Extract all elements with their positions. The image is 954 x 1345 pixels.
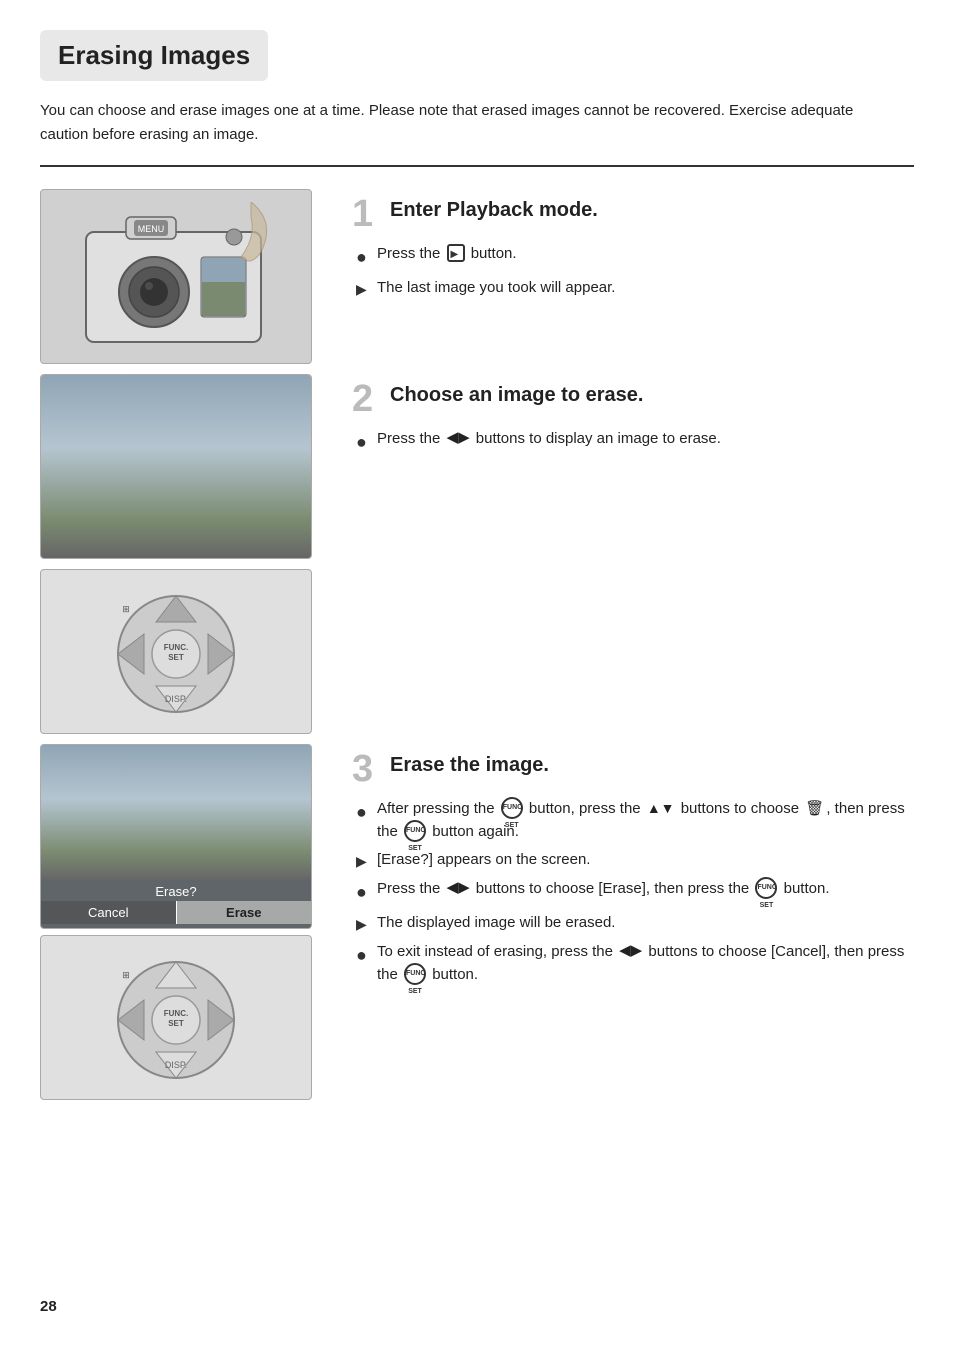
step-3-bullet-1-text: After pressing the FUNCSET button, press… [377,798,914,843]
erase-dialog-buttons: Cancel Erase [41,901,311,924]
step-2-header: 2 Choose an image to erase. [352,380,914,418]
step-1-header: 1 Enter Playback mode. [352,195,914,233]
svg-text:⊞: ⊞ [122,970,130,980]
svg-text:⊞: ⊞ [122,604,130,614]
step-1-images: MENU [40,189,330,364]
step-1-bullets: ● Press the button. ▶ The last image you… [356,243,914,300]
step-1-content: 1 Enter Playback mode. ● Press the butto… [352,189,914,306]
step-2-bullet-1-text: Press the ◀▶ buttons to display an image… [377,428,721,451]
step-3-control-image: FUNC. SET DISP. ⊞ [40,935,312,1100]
step-3-bullet-1: ● After pressing the FUNCSET button, pre… [356,798,914,843]
step-2b-images: FUNC. SET DISP. ⊞ [40,569,330,734]
erase-cancel-btn: Cancel [41,901,177,924]
func-set-icon2: FUNCSET [404,820,426,842]
step-2-bullets: ● Press the ◀▶ buttons to display an ima… [356,428,914,456]
step-2-row: 2 Choose an image to erase. ● Press the … [40,374,914,559]
func-set-icon: FUNCSET [501,797,523,819]
bullet-dot-icon-4: ● [356,879,370,906]
erase-erase-btn: Erase [177,901,312,924]
step-2-title: Choose an image to erase. [390,380,643,407]
func-set-icon3: FUNCSET [755,877,777,899]
svg-text:MENU: MENU [138,224,165,234]
lr-buttons-icon: ◀▶ [447,427,470,450]
svg-text:DISP.: DISP. [165,694,187,704]
func-set-icon4: FUNCSET [404,963,426,985]
step-1-bullet-1: ● Press the button. [356,243,914,271]
step-3-erase-dialog-image: Erase? Cancel Erase [40,744,312,929]
page-title: Erasing Images [40,30,268,81]
svg-text:FUNC.: FUNC. [164,1009,188,1018]
step-2-images [40,374,330,559]
step-3-images: Erase? Cancel Erase FUNC. SET [40,744,330,1100]
step-1-row: MENU [40,189,914,364]
updown-icon: ▲▼ [647,798,675,819]
svg-text:DISP.: DISP. [165,1060,187,1070]
arrow-icon-2: ▶ [356,851,370,872]
steps-container: MENU [40,189,914,1110]
step-3-content: 3 Erase the image. ● After pressing the … [352,744,914,992]
erase-dialog-label: Erase? [155,884,196,899]
step-3-row: Erase? Cancel Erase FUNC. SET [40,744,914,1100]
step-2b-row: FUNC. SET DISP. ⊞ [40,569,914,734]
step-3-bullet-4: ▶ The displayed image will be erased. [356,912,914,935]
section-divider [40,165,914,167]
page-number: 28 [40,1298,57,1315]
step-3-bullet-2: ▶ [Erase?] appears on the screen. [356,849,914,872]
sky-bg-2 [41,745,311,880]
control-pad-svg-2: FUNC. SET DISP. ⊞ [96,948,256,1088]
svg-text:SET: SET [168,1019,184,1028]
lr-buttons-icon3: ◀▶ [619,940,642,963]
svg-text:FUNC.: FUNC. [164,643,188,652]
lr-buttons-icon2: ◀▶ [447,877,470,900]
svg-text:SET: SET [168,653,184,662]
step-3-bullet-3: ● Press the ◀▶ buttons to choose [Erase]… [356,878,914,906]
step-3-bullet-5: ● To exit instead of erasing, press the … [356,941,914,986]
step-3-header: 3 Erase the image. [352,750,914,788]
step-1-title: Enter Playback mode. [390,195,598,222]
step-3-title: Erase the image. [390,750,549,777]
playback-button-icon [447,244,465,262]
step-3-bullet-5-text: To exit instead of erasing, press the ◀▶… [377,941,914,986]
step-2-control-image: FUNC. SET DISP. ⊞ [40,569,312,734]
step-3-number: 3 [352,750,382,788]
intro-text: You can choose and erase images one at a… [40,99,900,147]
camera-illustration: MENU [66,202,286,352]
step-1-bullet-1-text: Press the button. [377,243,517,266]
step-3-bullet-3-text: Press the ◀▶ buttons to choose [Erase], … [377,878,830,901]
sky-bg [41,375,311,558]
arrow-icon-3: ▶ [356,914,370,935]
step-1-bullet-2: ▶ The last image you took will appear. [356,277,914,300]
bullet-dot-icon-2: ● [356,429,370,456]
step-1-number: 1 [352,195,382,233]
step-1-camera-image: MENU [40,189,312,364]
bullet-dot-icon-5: ● [356,942,370,969]
bullet-dot-icon: ● [356,244,370,271]
step-2-bullet-1: ● Press the ◀▶ buttons to display an ima… [356,428,914,456]
erase-dialog-overlay: Erase? Cancel Erase [41,880,311,928]
step-3-bullet-4-text: The displayed image will be erased. [377,912,615,935]
step-2-content: 2 Choose an image to erase. ● Press the … [352,374,914,462]
step-3-bullets: ● After pressing the FUNCSET button, pre… [356,798,914,986]
trash-icon: 🗑 [805,798,824,821]
control-pad-svg: FUNC. SET DISP. ⊞ [96,582,256,722]
step-2-sky-image [40,374,312,559]
arrow-icon: ▶ [356,279,370,300]
step-2-number: 2 [352,380,382,418]
bullet-dot-icon-3: ● [356,799,370,826]
step-1-bullet-2-text: The last image you took will appear. [377,277,615,300]
